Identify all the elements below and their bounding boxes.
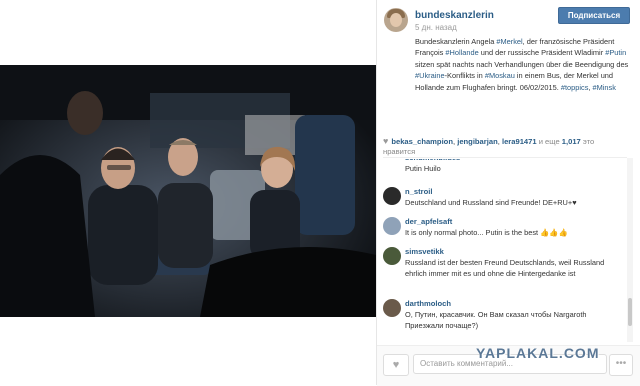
comment-text: Putin Huilo [405, 164, 441, 173]
follow-button[interactable]: Подписаться [558, 7, 630, 24]
avatar-face [390, 13, 402, 27]
comment-text: Russland ist der besten Freund Deutschla… [405, 258, 605, 278]
comment-avatar[interactable] [383, 247, 401, 265]
hashtag-toppics[interactable]: #toppics [561, 83, 589, 92]
comment-avatar[interactable] [383, 187, 401, 205]
photo-image [0, 65, 376, 317]
comments-list[interactable]: schumenbildes Putin Huilo n_stroil Deuts… [383, 159, 627, 342]
author-avatar[interactable] [384, 8, 408, 32]
comment-text: Deutschland und Russland sind Freunde! D… [405, 198, 577, 207]
heart-icon: ♥ [392, 359, 400, 371]
like-button[interactable]: ♥ [383, 354, 409, 376]
likes-more-prefix: и еще [536, 137, 562, 146]
hashtag-hollande[interactable]: #Hollande [445, 48, 478, 57]
author-username[interactable]: bundeskanzlerin [415, 10, 494, 21]
comment-username[interactable]: simsvetikk [405, 247, 444, 256]
more-options-button[interactable]: ••• [609, 354, 633, 376]
post-photo[interactable] [0, 65, 376, 317]
watermark: YAPLAKAL.COM [476, 345, 600, 361]
hashtag-merkel[interactable]: #Merkel [496, 37, 522, 46]
scrollbar-thumb[interactable] [628, 298, 632, 326]
more-icon: ••• [615, 358, 627, 369]
hashtag-putin[interactable]: #Putin [605, 48, 626, 57]
likes-divider [383, 157, 627, 158]
comment-username[interactable]: der_apfelsaft [405, 217, 452, 226]
caption-text: und der russische Präsident Wladimir [478, 48, 606, 58]
caption-text: sitzen spät nachts nach Verhandlungen üb… [415, 59, 629, 69]
like-user[interactable]: bekas_champion [391, 137, 453, 146]
likes-line: ♥ bekas_champion, jengibarjan, lera91471 … [383, 136, 635, 146]
likes-count[interactable]: 1,017 [562, 137, 581, 146]
post-caption: Bundeskanzlerin Angela #Merkel, der fran… [415, 36, 633, 93]
post-side-panel: bundeskanzlerin 5 дн. назад Подписаться … [377, 0, 640, 386]
photo-area [0, 0, 376, 385]
like-user[interactable]: jengibarjan [457, 137, 498, 146]
post-time: 5 дн. назад [415, 23, 457, 32]
heart-icon: ♥ [383, 136, 389, 146]
comment-avatar[interactable] [383, 299, 401, 317]
like-user[interactable]: lera91471 [502, 137, 537, 146]
comment-avatar[interactable] [383, 217, 401, 235]
comments-scrollbar[interactable] [627, 158, 633, 342]
likes-more-suffix: это [580, 137, 595, 146]
caption-text: Bundeskanzlerin Angela [415, 37, 497, 46]
hashtag-moskau[interactable]: #Moskau [485, 71, 515, 80]
hashtag-minsk[interactable]: #Minsk [593, 83, 616, 92]
comment-username[interactable]: darthmoloch [405, 299, 451, 308]
comment-text: О, Путин, красавчик. Он Вам сказал чтобы… [405, 310, 587, 330]
comment-text: It is only normal photo... Putin is the … [405, 228, 568, 237]
hashtag-ukraine[interactable]: #Ukraine [415, 71, 445, 80]
caption-text: -Konflikts in [444, 71, 485, 81]
likes-more-line2: нравится [383, 147, 416, 156]
comment-username[interactable]: schumenbildes [405, 159, 460, 162]
comment-username[interactable]: n_stroil [405, 187, 432, 196]
